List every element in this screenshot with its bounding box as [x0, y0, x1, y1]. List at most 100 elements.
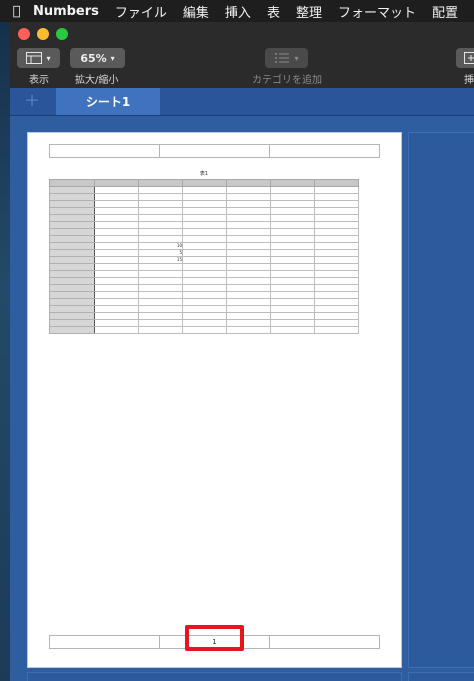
tab-sheet1[interactable]: シート1 [56, 88, 160, 115]
menu-app-name[interactable]: Numbers [33, 4, 99, 19]
row-header-cell[interactable] [49, 270, 95, 278]
table-cell[interactable] [182, 298, 227, 306]
table-cell[interactable] [270, 256, 315, 264]
table-cell[interactable] [314, 270, 359, 278]
table-cell[interactable] [270, 298, 315, 306]
table-cell[interactable] [314, 242, 359, 250]
table-cell[interactable] [226, 221, 271, 229]
table-cell[interactable] [94, 256, 139, 264]
table-cell[interactable] [138, 284, 183, 292]
table-cell[interactable] [314, 298, 359, 306]
row-header-cell[interactable] [49, 298, 95, 306]
table-cell[interactable] [226, 263, 271, 271]
table-cell[interactable] [270, 326, 315, 334]
table-cell[interactable] [94, 319, 139, 327]
table-cell[interactable] [94, 221, 139, 229]
table-cell[interactable] [314, 214, 359, 222]
table-cell[interactable] [226, 193, 271, 201]
table-cell[interactable] [138, 319, 183, 327]
table-cell[interactable] [226, 319, 271, 327]
table-cell[interactable] [314, 305, 359, 313]
table-cell[interactable] [182, 270, 227, 278]
table-cell[interactable] [226, 186, 271, 194]
row-header-cell[interactable] [49, 221, 95, 229]
table-cell[interactable] [182, 186, 227, 194]
table-cell[interactable] [270, 249, 315, 257]
row-header-cell[interactable] [49, 242, 95, 250]
table-cell[interactable] [270, 319, 315, 327]
table-cell[interactable] [94, 193, 139, 201]
fullscreen-button[interactable] [56, 28, 68, 40]
table-cell[interactable] [138, 179, 183, 187]
menu-insert[interactable]: 挿入 [225, 2, 251, 21]
table-cell[interactable] [270, 235, 315, 243]
table-cell[interactable] [226, 214, 271, 222]
table-cell[interactable] [94, 249, 139, 257]
table-cell[interactable] [182, 214, 227, 222]
menu-organize[interactable]: 整理 [296, 2, 322, 21]
table-cell[interactable] [182, 305, 227, 313]
table-cell[interactable] [270, 270, 315, 278]
table-cell[interactable] [182, 256, 227, 264]
table-cell[interactable] [182, 235, 227, 243]
menu-file[interactable]: ファイル [115, 2, 167, 21]
table-cell[interactable] [182, 221, 227, 229]
row-header-cell[interactable] [49, 179, 95, 187]
table-cell[interactable] [182, 326, 227, 334]
table-cell[interactable] [314, 249, 359, 257]
table-cell[interactable] [314, 277, 359, 285]
table-cell[interactable] [314, 256, 359, 264]
table-cell[interactable] [94, 186, 139, 194]
table-cell[interactable] [226, 312, 271, 320]
row-header-cell[interactable] [49, 319, 95, 327]
table-cell[interactable] [314, 235, 359, 243]
table-cell[interactable] [314, 263, 359, 271]
table-cell[interactable] [270, 207, 315, 215]
table-cell[interactable] [182, 312, 227, 320]
row-header-cell[interactable] [49, 249, 95, 257]
footer-right[interactable] [269, 635, 380, 649]
row-header-cell[interactable] [49, 326, 95, 334]
table-cell[interactable] [94, 284, 139, 292]
minimize-button[interactable] [37, 28, 49, 40]
row-header-cell[interactable] [49, 263, 95, 271]
table-cell[interactable] [94, 305, 139, 313]
table-cell[interactable] [182, 200, 227, 208]
table-cell[interactable] [270, 277, 315, 285]
table-cell[interactable] [314, 319, 359, 327]
row-header-cell[interactable] [49, 193, 95, 201]
table-cell[interactable] [226, 256, 271, 264]
table-cell[interactable] [270, 242, 315, 250]
table-cell[interactable] [138, 207, 183, 215]
table-cell[interactable] [182, 284, 227, 292]
table-cell[interactable] [270, 179, 315, 187]
menu-arrange[interactable]: 配置 [432, 2, 458, 21]
table-cell[interactable] [138, 214, 183, 222]
table-cell[interactable] [94, 326, 139, 334]
table-cell[interactable] [138, 193, 183, 201]
table-cell[interactable] [314, 312, 359, 320]
header-right[interactable] [269, 144, 380, 158]
table-cell[interactable] [226, 305, 271, 313]
table-cell[interactable] [138, 263, 183, 271]
table-cell[interactable] [226, 179, 271, 187]
table-cell[interactable] [226, 200, 271, 208]
table-title[interactable]: 表1 [49, 170, 359, 177]
table-cell[interactable] [314, 193, 359, 201]
table-cell[interactable] [94, 235, 139, 243]
table-cell[interactable] [94, 179, 139, 187]
table-cell[interactable] [182, 291, 227, 299]
view-button[interactable]: ▾ [17, 48, 60, 68]
table-cell[interactable] [182, 179, 227, 187]
row-header-cell[interactable] [49, 200, 95, 208]
table-cell[interactable] [182, 277, 227, 285]
row-header-cell[interactable] [49, 228, 95, 236]
table-cell[interactable] [314, 291, 359, 299]
table-cell[interactable] [138, 305, 183, 313]
row-header-cell[interactable] [49, 235, 95, 243]
table-cell[interactable] [226, 277, 271, 285]
table-cell[interactable] [270, 221, 315, 229]
table-cell[interactable] [270, 263, 315, 271]
table-cell[interactable] [182, 249, 227, 257]
category-button[interactable]: ▾ [265, 48, 308, 68]
